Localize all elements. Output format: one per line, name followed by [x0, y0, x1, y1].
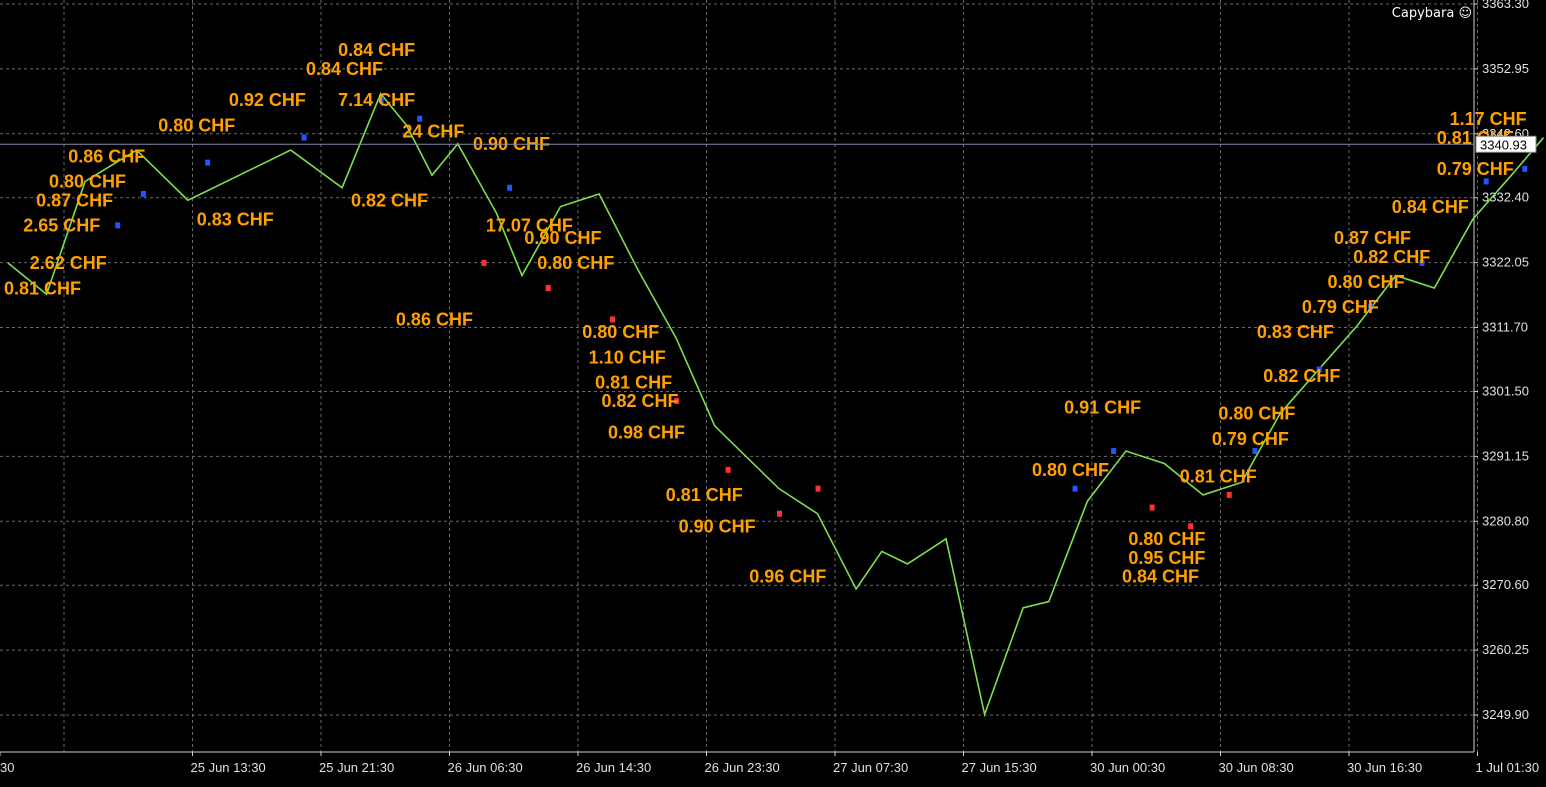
y-tick-label: 3249.90 — [1482, 707, 1529, 722]
y-tick-label: 3363.30 — [1482, 0, 1529, 11]
trade-profit-label: 0.86 CHF — [68, 147, 145, 167]
trade-profit-label: 0.92 CHF — [229, 90, 306, 110]
trade-profit-label: 2.62 CHF — [30, 253, 107, 273]
x-tick-label: 27 Jun 15:30 — [962, 760, 1037, 775]
trade-profit-label: 0.80 CHF — [158, 115, 235, 135]
y-tick-label: 3260.25 — [1482, 642, 1529, 657]
trade-profit-label: 0.80 CHF — [537, 253, 614, 273]
trade-profit-label: 0.81 CHF — [595, 372, 672, 392]
trade-profit-label: 0.84 CHF — [338, 40, 415, 60]
buy-marker — [140, 190, 146, 197]
y-tick-label: 3280.80 — [1482, 513, 1529, 528]
buy-marker — [1111, 448, 1117, 455]
x-tick-label: 30 Jun 00:30 — [1090, 760, 1165, 775]
buy-marker — [301, 134, 307, 141]
sell-marker — [815, 485, 821, 492]
trade-profit-label: 0.80 CHF — [1128, 529, 1205, 549]
trade-profit-label: 0.79 CHF — [1212, 429, 1289, 449]
trade-profit-label: 0.84 CHF — [306, 59, 383, 79]
trade-profit-label: 0.80 CHF — [1032, 460, 1109, 480]
x-tick-label: 26 Jun 14:30 — [576, 760, 651, 775]
trade-profit-label: 0.80 CHF — [1328, 272, 1405, 292]
x-tick-label: 30 Jun 16:30 — [1347, 760, 1422, 775]
x-tick-label: 30 — [0, 760, 14, 775]
trade-profit-label: 0.90 CHF — [524, 228, 601, 248]
y-tick-label: 3291.15 — [1482, 448, 1529, 463]
buy-marker — [1522, 165, 1528, 172]
trade-profit-label: 0.82 CHF — [1353, 247, 1430, 267]
x-tick-label: 25 Jun 21:30 — [319, 760, 394, 775]
buy-marker — [1252, 448, 1258, 455]
x-tick-label: 26 Jun 23:30 — [705, 760, 780, 775]
current-price-label: 3340.93 — [1480, 137, 1527, 152]
y-tick-label: 3311.70 — [1482, 320, 1528, 335]
trade-profit-label: 0.87 CHF — [1334, 228, 1411, 248]
y-tick-label: 3270.60 — [1482, 577, 1529, 592]
trade-profit-label: 0.95 CHF — [1128, 548, 1205, 568]
sell-marker — [1226, 491, 1232, 498]
x-tick-label: 25 Jun 13:30 — [191, 760, 266, 775]
trade-profit-label: 0.81 CHF — [4, 278, 81, 298]
trade-profit-label: 0.79 CHF — [1437, 159, 1514, 179]
buy-marker — [205, 159, 211, 166]
trade-profit-label: 24 CHF — [402, 122, 464, 142]
buy-marker — [507, 184, 513, 191]
trade-profit-label: 1.17 CHF — [1450, 109, 1527, 129]
trade-profit-label: 7.14 CHF — [338, 90, 415, 110]
price-line — [7, 92, 1545, 718]
sell-marker — [481, 259, 487, 266]
trade-profit-label: 0.82 CHF — [602, 391, 679, 411]
price-chart[interactable]: 3363.30 3352.95 3342.60 3332.40 3322.05 3311.… — [0, 0, 1546, 782]
trade-profit-label: 0.82 CHF — [1263, 366, 1340, 386]
trade-profit-label: 0.87 CHF — [36, 191, 113, 211]
trade-profit-label: 0.83 CHF — [1257, 322, 1334, 342]
x-tick-label: 1 Jul 01:30 — [1476, 760, 1540, 775]
trade-profit-label: 0.80 CHF — [49, 172, 126, 192]
trade-profit-label: 0.81 CHF — [1180, 466, 1257, 486]
buy-marker — [1072, 485, 1078, 492]
x-tick-label: 26 Jun 06:30 — [448, 760, 523, 775]
trade-profit-label: 0.81 CHF — [666, 485, 743, 505]
sell-marker — [1149, 504, 1155, 511]
sell-marker — [777, 510, 782, 517]
y-tick-label: 3301.50 — [1482, 383, 1529, 398]
buy-marker — [115, 222, 121, 229]
y-tick-label: 3352.95 — [1482, 61, 1529, 76]
trade-profit-label: 0.80 CHF — [1218, 404, 1295, 424]
trade-profit-label: 0.84 CHF — [1392, 197, 1469, 217]
trade-profit-label: 2.65 CHF — [23, 216, 100, 236]
symbol-watermark: Capybara ☺ — [1391, 6, 1472, 21]
trade-profit-label: 0.86 CHF — [396, 310, 473, 330]
sell-marker — [545, 285, 551, 292]
sell-marker — [725, 466, 731, 473]
trade-profit-label: 0.82 CHF — [351, 191, 428, 211]
x-tick-label: 27 Jun 07:30 — [833, 760, 908, 775]
trade-profit-label: 0.80 CHF — [582, 322, 659, 342]
y-tick-label: 3322.05 — [1482, 255, 1529, 270]
chart-svg: 3363.303352.953342.603332.403322.053311.… — [0, 0, 1545, 775]
x-tick-label: 30 Jun 08:30 — [1219, 760, 1294, 775]
trade-profit-label: 0.90 CHF — [679, 517, 756, 537]
buy-marker — [1483, 178, 1489, 185]
trade-profit-label: 0.84 CHF — [1122, 567, 1199, 587]
trade-profit-label: 1.10 CHF — [589, 347, 666, 367]
trade-profit-label: 0.79 CHF — [1302, 297, 1379, 317]
trade-profit-label: 0.96 CHF — [749, 567, 826, 587]
trade-profit-label: 0.98 CHF — [608, 423, 685, 443]
trade-profit-label: 0.83 CHF — [197, 209, 274, 229]
trade-profit-label: 0.91 CHF — [1064, 397, 1141, 417]
y-tick-label: 3332.40 — [1482, 190, 1529, 205]
